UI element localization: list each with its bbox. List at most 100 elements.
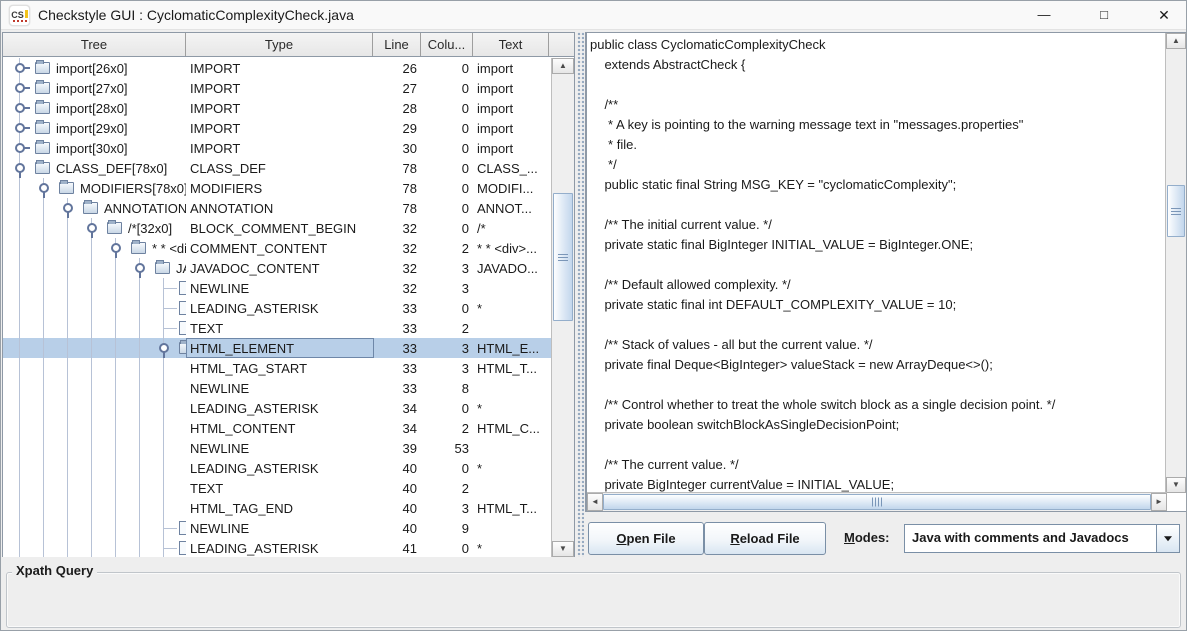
table-row[interactable]: NEWLINENEWLINE3953	[3, 438, 551, 458]
table-row[interactable]: HTML_TAG_ENDHTML_TAG_END403HTML_T...	[3, 498, 551, 518]
table-row[interactable]: HTML_CONTENTHTML_CONTENT342HTML_C...	[3, 418, 551, 438]
type-cell: IMPORT	[190, 121, 240, 136]
table-row[interactable]: import[30x0]IMPORT300import	[3, 138, 551, 158]
tree-guide-line	[91, 458, 92, 478]
type-cell: COMMENT_CONTENT	[190, 241, 327, 256]
code-vertical-scrollbar[interactable]: ▲ ▼	[1165, 33, 1186, 493]
expand-handle-icon[interactable]	[15, 143, 25, 153]
dropdown-arrow-button[interactable]	[1156, 525, 1179, 552]
folder-icon	[107, 222, 122, 234]
code-line	[590, 75, 1167, 95]
reload-file-button[interactable]: Reload File	[704, 522, 826, 555]
tree-guide-line	[115, 278, 116, 298]
code-hscrollbar-thumb[interactable]	[603, 494, 1151, 510]
table-row[interactable]: NEWLINENEWLINE409	[3, 518, 551, 538]
column-header-line[interactable]: Line	[373, 33, 421, 56]
tree-cell: TEXT	[3, 318, 186, 338]
tree-cell: LEADING_ASTERISK	[3, 298, 186, 318]
collapse-handle-icon[interactable]	[87, 223, 97, 233]
table-row[interactable]: LEADING_ASTERISKLEADING_ASTERISK400*	[3, 458, 551, 478]
expand-handle-icon[interactable]	[15, 63, 25, 73]
tree-guide-line	[67, 338, 68, 358]
code-scrollbar-thumb[interactable]	[1167, 185, 1185, 237]
tree-node-label: import[30x0]	[56, 141, 128, 156]
type-cell: LEADING_ASTERISK	[190, 541, 319, 556]
tree-scrollbar-thumb[interactable]	[553, 193, 573, 321]
table-row[interactable]: LEADING_ASTERISKLEADING_ASTERISK330*	[3, 298, 551, 318]
tree-guide-line	[115, 358, 116, 378]
table-row[interactable]: import[26x0]IMPORT260import	[3, 58, 551, 78]
close-button[interactable]: ✕	[1141, 0, 1187, 30]
file-icon	[179, 301, 186, 315]
table-row[interactable]: import[29x0]IMPORT290import	[3, 118, 551, 138]
tree-guide-line	[67, 458, 68, 478]
table-row[interactable]: TEXTTEXT332	[3, 318, 551, 338]
tree-connector-line	[164, 528, 177, 529]
type-cell: LEADING_ASTERISK	[190, 301, 319, 316]
tree-guide-line	[43, 238, 44, 258]
table-row[interactable]: NEWLINENEWLINE323	[3, 278, 551, 298]
table-row[interactable]: * * <div>...COMMENT_CONTENT322* * <div>.…	[3, 238, 551, 258]
collapse-handle-icon[interactable]	[159, 343, 169, 353]
code-horizontal-scrollbar[interactable]: ◄ ►	[587, 492, 1167, 511]
tree-guide-line	[91, 378, 92, 398]
column-header-text[interactable]: Text	[473, 33, 549, 56]
source-code-panel: public class CyclomaticComplexityCheck e…	[585, 32, 1187, 512]
column-header-type[interactable]: Type	[186, 33, 373, 56]
column-header-tree[interactable]: Tree	[3, 33, 186, 56]
maximize-button[interactable]: □	[1081, 0, 1127, 30]
table-row[interactable]: JAVADOC_CONTENTJAVADOC_CONTENT323JAVADO.…	[3, 258, 551, 278]
expand-handle-icon[interactable]	[15, 83, 25, 93]
tree-cell: NEWLINE	[3, 518, 186, 538]
tree-guide-line	[115, 478, 116, 498]
tree-cell: NEWLINE	[3, 378, 186, 398]
scroll-up-icon[interactable]: ▲	[1166, 33, 1186, 49]
table-row[interactable]: import[28x0]IMPORT280import	[3, 98, 551, 118]
type-cell: IMPORT	[190, 101, 240, 116]
tree-guide-line	[67, 398, 68, 418]
tree-guide-line	[163, 498, 164, 518]
table-row[interactable]: CLASS_DEF[78x0]CLASS_DEF780CLASS_...	[3, 158, 551, 178]
scroll-down-icon[interactable]: ▼	[1166, 477, 1186, 493]
tree-guide-line	[43, 518, 44, 538]
type-cell: CLASS_DEF	[190, 161, 266, 176]
tree-node-label: MODIFIERS[78x0]	[80, 181, 186, 196]
collapse-handle-icon[interactable]	[63, 203, 73, 213]
column-header-column[interactable]: Colu...	[421, 33, 473, 56]
column-cell: 0	[419, 81, 469, 96]
table-row[interactable]: MODIFIERS[78x0]MODIFIERS780MODIFI...	[3, 178, 551, 198]
table-row[interactable]: NEWLINENEWLINE338	[3, 378, 551, 398]
minimize-button[interactable]: —	[1021, 0, 1067, 30]
open-file-button[interactable]: Open File	[588, 522, 704, 555]
scroll-down-icon[interactable]: ▼	[552, 541, 574, 557]
expand-handle-icon[interactable]	[15, 123, 25, 133]
table-row[interactable]: HTML_ELEMENTHTML_ELEMENT333HTML_E...	[3, 338, 551, 358]
table-row[interactable]: LEADING_ASTERISKLEADING_ASTERISK340*	[3, 398, 551, 418]
scroll-up-icon[interactable]: ▲	[552, 58, 574, 74]
tree-guide-line	[67, 298, 68, 318]
table-row[interactable]: import[27x0]IMPORT270import	[3, 78, 551, 98]
collapse-handle-icon[interactable]	[15, 163, 25, 173]
collapse-handle-icon[interactable]	[111, 243, 121, 253]
table-row[interactable]: /*[32x0]BLOCK_COMMENT_BEGIN320/*	[3, 218, 551, 238]
tree-guide-line	[139, 378, 140, 398]
code-line: /** Stack of values - all but the curren…	[590, 335, 1167, 355]
table-row[interactable]: LEADING_ASTERISKLEADING_ASTERISK410*	[3, 538, 551, 557]
scroll-right-icon[interactable]: ►	[1151, 493, 1167, 511]
split-pane-divider[interactable]	[577, 32, 584, 557]
scroll-left-icon[interactable]: ◄	[587, 493, 603, 511]
collapse-handle-icon[interactable]	[135, 263, 145, 273]
tree-guide-line	[115, 438, 116, 458]
collapse-handle-icon[interactable]	[39, 183, 49, 193]
tree-guide-line	[67, 438, 68, 458]
table-row[interactable]: TEXTTEXT402	[3, 478, 551, 498]
expand-handle-icon[interactable]	[15, 103, 25, 113]
table-row[interactable]: HTML_TAG_STARTHTML_TAG_START333HTML_T...	[3, 358, 551, 378]
tree-node-label: ANNOTATION[78x0]	[104, 201, 186, 216]
folder-icon	[35, 122, 50, 134]
tree-scrollbar[interactable]: ▲ ▼	[551, 58, 574, 557]
table-row[interactable]: ANNOTATION[78x0]ANNOTATION780ANNOT...	[3, 198, 551, 218]
tree-guide-line	[43, 258, 44, 278]
modes-dropdown[interactable]: Java with comments and Javadocs	[904, 524, 1180, 553]
source-code-view[interactable]: public class CyclomaticComplexityCheck e…	[587, 33, 1167, 493]
